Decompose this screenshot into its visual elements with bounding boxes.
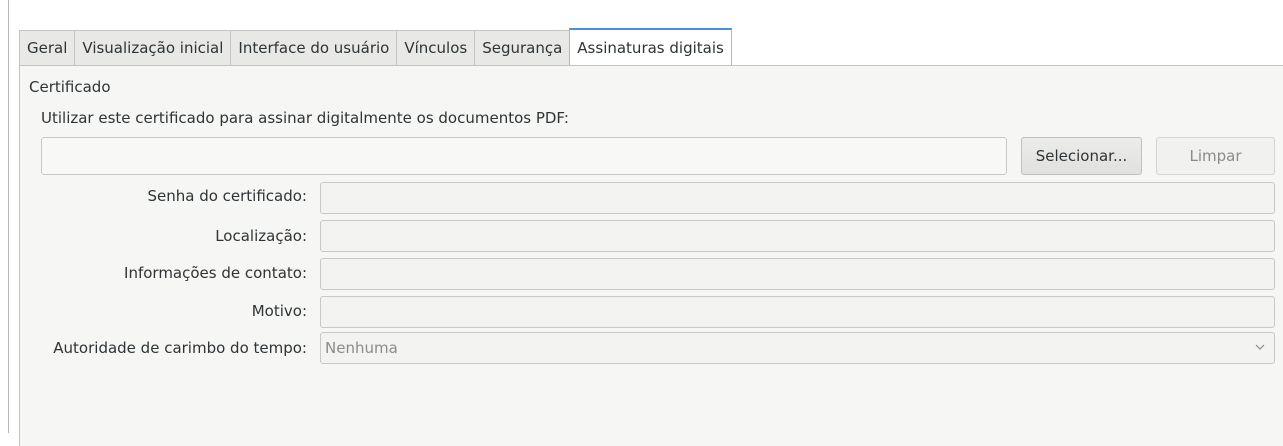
tab-seguranca[interactable]: Segurança (474, 30, 571, 65)
contact-info-label: Informações de contato: (124, 264, 307, 282)
tab-geral[interactable]: Geral (19, 30, 76, 65)
timestamp-authority-value: Nenhuma (325, 339, 398, 357)
clear-certificate-button[interactable]: Limpar (1156, 137, 1275, 175)
reason-field[interactable] (320, 296, 1275, 328)
select-certificate-button[interactable]: Selecionar... (1021, 137, 1142, 175)
chevron-down-icon (1255, 344, 1265, 350)
reason-label: Motivo: (251, 302, 307, 320)
tab-interface-do-usuario[interactable]: Interface do usuário (230, 30, 398, 65)
tab-vinculos[interactable]: Vínculos (396, 30, 476, 65)
location-label: Localização: (215, 227, 307, 245)
digital-signatures-panel: Certificado Utilizar este certificado pa… (19, 65, 1283, 446)
certificate-instruction: Utilizar este certificado para assinar d… (41, 109, 569, 127)
tab-bar: Geral Visualização inicial Interface do … (19, 28, 732, 65)
timestamp-authority-select[interactable]: Nenhuma (320, 332, 1275, 364)
contact-info-field[interactable] (320, 258, 1275, 290)
certificate-field[interactable] (41, 137, 1007, 175)
tab-visualizacao-inicial[interactable]: Visualização inicial (74, 30, 232, 65)
password-label: Senha do certificado: (147, 187, 307, 205)
window-left-border (8, 0, 9, 433)
timestamp-authority-label: Autoridade de carimbo do tempo: (53, 339, 307, 357)
location-field[interactable] (320, 220, 1275, 252)
certificate-section-title: Certificado (29, 78, 111, 96)
password-field[interactable] (320, 182, 1275, 214)
tab-assinaturas-digitais[interactable]: Assinaturas digitais (569, 28, 732, 65)
